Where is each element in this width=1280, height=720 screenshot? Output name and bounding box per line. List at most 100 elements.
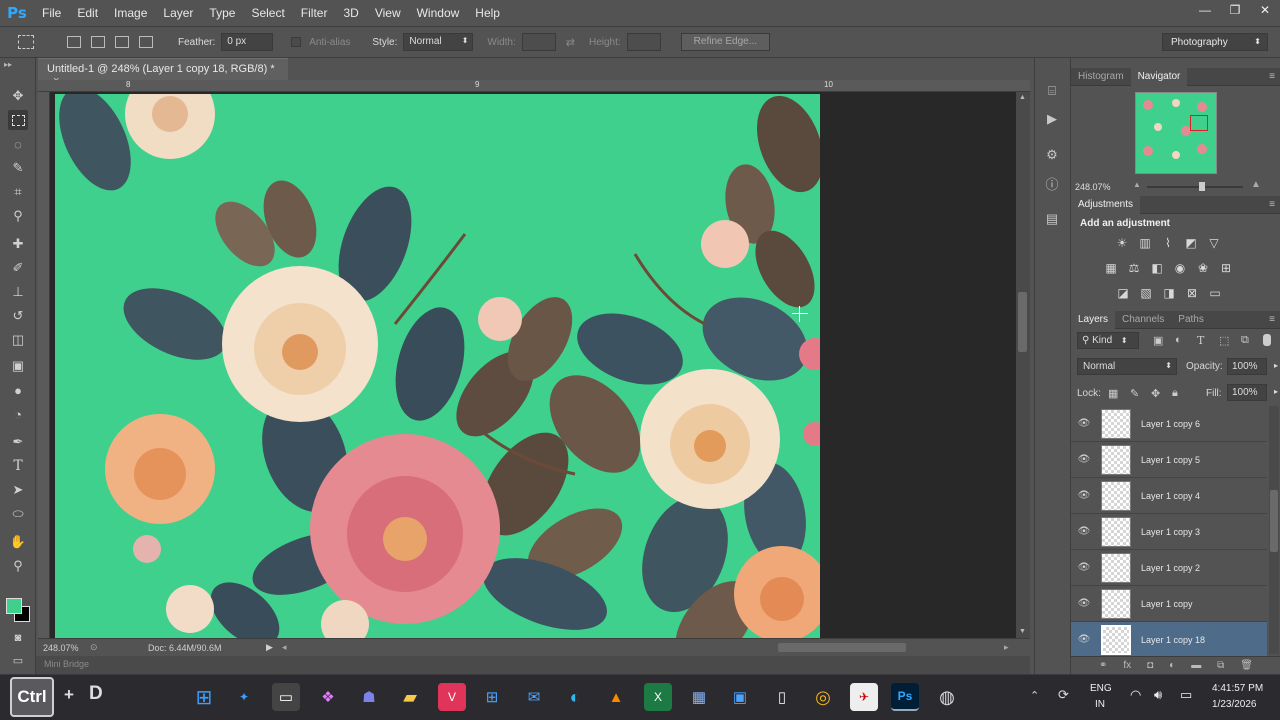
visibility-eye-icon[interactable]: 👁︎ — [1071, 526, 1097, 537]
visibility-eye-icon[interactable]: 👁︎ — [1071, 634, 1097, 645]
smart-object-filter-icon[interactable]: ⧉ — [1241, 334, 1249, 347]
toolbar-collapse-icon[interactable]: ▸▸ — [4, 60, 12, 69]
layers-scroll-thumb[interactable] — [1270, 490, 1278, 552]
color-lookup-icon[interactable]: ⊞ — [1219, 261, 1233, 275]
wifi-icon[interactable]: ◠ — [1130, 687, 1141, 703]
zoom-in-icon[interactable]: ▲ — [1251, 179, 1261, 190]
menu-file[interactable]: File — [34, 0, 69, 26]
feather-input[interactable]: 0 px — [221, 33, 274, 51]
layer-row[interactable]: 👁︎ Layer 1 copy 3 — [1071, 514, 1267, 550]
quick-select-tool-icon[interactable]: ✎ — [8, 158, 28, 178]
zoom-tool-icon[interactable]: ⚲ — [8, 556, 28, 576]
restore-button[interactable]: ❐ — [1220, 0, 1250, 20]
photo-filter-icon[interactable]: ◉ — [1173, 261, 1187, 275]
menu-filter[interactable]: Filter — [293, 0, 336, 26]
levels-icon[interactable]: ▥ — [1138, 236, 1152, 250]
fill-input[interactable]: 100% ▸ — [1227, 384, 1278, 401]
properties-panel-icon[interactable]: ⚙ — [1043, 146, 1061, 164]
marquee-preset-icon[interactable] — [18, 35, 34, 49]
store-icon[interactable]: ⊞ — [478, 683, 506, 711]
mini-bridge-bar[interactable]: Mini Bridge — [36, 656, 1030, 674]
shape-filter-icon[interactable]: ⬚ — [1219, 334, 1229, 347]
zoom-out-icon[interactable]: ▲ — [1133, 180, 1141, 189]
marquee-tool-icon[interactable] — [8, 110, 28, 130]
excel-icon[interactable]: X — [644, 683, 672, 711]
visibility-eye-icon[interactable]: 👁︎ — [1071, 562, 1097, 573]
visibility-eye-icon[interactable]: 👁︎ — [1071, 454, 1097, 465]
new-group-icon[interactable]: ▬ — [1191, 660, 1201, 671]
vertical-ruler[interactable] — [38, 92, 50, 638]
history-panel-icon[interactable]: ⌸ — [1043, 82, 1061, 100]
adjustment-filter-icon[interactable]: ◐ — [1175, 334, 1182, 346]
lock-all-icon[interactable]: 🔒︎ — [1172, 387, 1178, 400]
hue-saturation-icon[interactable]: ▦ — [1104, 261, 1118, 275]
quick-mask-icon[interactable]: ◙ — [8, 628, 28, 648]
menu-edit[interactable]: Edit — [69, 0, 106, 26]
intersect-selection-icon[interactable] — [139, 36, 153, 48]
scroll-thumb[interactable] — [1018, 292, 1027, 352]
visibility-eye-icon[interactable]: 👁︎ — [1071, 598, 1097, 609]
layer-row[interactable]: 👁︎ Layer 1 copy 4 — [1071, 478, 1267, 514]
scroll-down-icon[interactable]: ▼ — [1019, 628, 1026, 635]
chevron-up-icon[interactable]: ⌃ — [1030, 689, 1039, 702]
panel-menu-icon[interactable]: ≡ — [1269, 199, 1275, 210]
pasteboard[interactable] — [50, 92, 1016, 638]
new-adjustment-icon[interactable]: ◐ — [1169, 660, 1175, 671]
layer-row-selected[interactable]: 👁︎ Layer 1 copy 18 — [1071, 622, 1267, 656]
tab-adjustments[interactable]: Adjustments — [1071, 195, 1141, 214]
new-selection-icon[interactable] — [67, 36, 81, 48]
subtract-selection-icon[interactable] — [115, 36, 129, 48]
sync-icon[interactable]: ⟳ — [1058, 687, 1069, 703]
clock-date[interactable]: 1/23/2026 — [1212, 699, 1257, 710]
dodge-tool-icon[interactable]: ◔ — [8, 404, 28, 424]
type-tool-icon[interactable]: T — [8, 456, 28, 476]
visibility-eye-icon[interactable]: 👁︎ — [1071, 418, 1097, 429]
actions-panel-icon[interactable]: ▶ — [1043, 110, 1061, 128]
navigator-zoom[interactable]: 248.07% — [1075, 182, 1111, 192]
copilot-app-icon[interactable]: ❖ — [314, 683, 342, 711]
layer-filter-select[interactable]: ⚲ Kind ⬍ — [1077, 332, 1139, 349]
crop-tool-icon[interactable]: ⌗ — [8, 182, 28, 202]
new-layer-icon[interactable]: ⧉ — [1217, 660, 1224, 671]
layer-row[interactable]: 👁︎ Layer 1 copy 2 — [1071, 550, 1267, 586]
height-input[interactable] — [626, 33, 661, 51]
layers-scrollbar[interactable] — [1269, 406, 1279, 654]
volume-icon[interactable]: 🔊︎ — [1154, 687, 1162, 703]
panel-menu-icon[interactable]: ≡ — [1269, 314, 1275, 325]
teams-icon[interactable]: ☗ — [355, 683, 383, 711]
scroll-left-icon[interactable]: ◂ — [282, 642, 287, 653]
lock-position-icon[interactable]: ✥ — [1151, 387, 1160, 400]
layer-mask-icon[interactable]: ◘ — [1147, 660, 1153, 671]
panel-menu-icon[interactable]: ≡ — [1269, 71, 1275, 82]
menu-select[interactable]: Select — [243, 0, 292, 26]
horizontal-ruler[interactable]: 8 9 10 — [38, 80, 1030, 92]
mail-icon[interactable]: ✉ — [520, 683, 548, 711]
menu-window[interactable]: Window — [409, 0, 468, 26]
eyedropper-tool-icon[interactable]: ⚲ — [8, 206, 28, 226]
info-icon[interactable]: ⊙ — [90, 642, 98, 653]
brush-tool-icon[interactable]: ✐ — [8, 258, 28, 278]
menu-view[interactable]: View — [367, 0, 409, 26]
style-select[interactable]: Normal ⬍ — [403, 33, 474, 51]
windows-start-icon[interactable]: ⊞ — [190, 683, 218, 711]
tab-histogram[interactable]: Histogram — [1071, 68, 1131, 86]
eraser-tool-icon[interactable]: ◫ — [8, 330, 28, 350]
visibility-eye-icon[interactable]: 👁︎ — [1071, 490, 1097, 501]
navigator-view-box[interactable] — [1190, 115, 1208, 131]
invert-icon[interactable]: ◪ — [1116, 286, 1130, 300]
move-tool-icon[interactable]: ✥ — [8, 86, 28, 106]
menu-image[interactable]: Image — [106, 0, 155, 26]
close-button[interactable]: ✕ — [1250, 0, 1280, 20]
selective-color-icon[interactable]: ⊠ — [1185, 286, 1199, 300]
add-selection-icon[interactable] — [91, 36, 105, 48]
color-balance-icon[interactable]: ⚖ — [1127, 261, 1141, 275]
gradient-map-icon[interactable]: ▭ — [1208, 286, 1222, 300]
status-menu-arrow-icon[interactable]: ▶ — [266, 642, 273, 653]
info-panel-icon[interactable]: ⓘ — [1043, 174, 1061, 192]
history-brush-icon[interactable]: ↺ — [8, 306, 28, 326]
layer-row[interactable]: 👁︎ Layer 1 copy 6 — [1071, 406, 1267, 442]
stamp-tool-icon[interactable]: ⊥ — [8, 282, 28, 302]
width-input[interactable] — [521, 33, 556, 51]
lock-transparent-icon[interactable]: ▦ — [1108, 387, 1118, 400]
canvas-image[interactable] — [55, 94, 820, 638]
